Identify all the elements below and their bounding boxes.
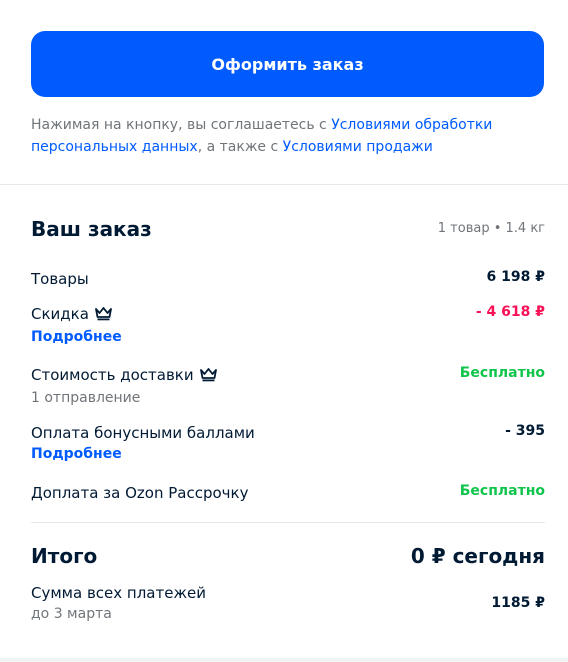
goods-value: 6 198 ₽ [486,269,545,285]
agreement-middle: , а также с [197,139,283,155]
discount-details-link[interactable]: Подробнее [31,329,545,345]
installment-label: Доплата за Ozon Рассрочку [31,484,249,502]
sale-terms-link[interactable]: Условиями продажи [283,139,433,155]
order-summary: Ваш заказ 1 товар • 1.4 кг Товары 6 198 … [0,185,568,658]
discount-row: Скидка Подробнее - 4 618 ₽ [31,304,545,345]
bonus-value: - 395 [505,423,545,439]
page: Оформить заказ Нажимая на кнопку, вы сог… [0,0,568,662]
goods-label: Товары [31,270,89,288]
order-header: Ваш заказ 1 товар • 1.4 кг [31,217,545,241]
bonus-label: Оплата бонусными баллами [31,424,255,442]
payments-row: Сумма всех платежей до 3 марта 1185 ₽ [31,583,545,622]
delivery-label: Стоимость доставки [31,366,194,384]
order-title: Ваш заказ [31,217,152,241]
checkout-card: Оформить заказ Нажимая на кнопку, вы сог… [0,0,568,658]
total-value: 0 ₽ сегодня [410,544,545,568]
crown-icon [95,306,112,325]
total-label: Итого [31,544,98,568]
checkout-header: Оформить заказ Нажимая на кнопку, вы сог… [0,0,568,185]
discount-label: Скидка [31,305,89,323]
installment-value: Бесплатно [459,483,545,499]
agreement-prefix: Нажимая на кнопку, вы соглашаетесь с [31,117,332,133]
delivery-value: Бесплатно [459,365,545,381]
total-row: Итого 0 ₽ сегодня [31,544,545,568]
bonus-details-link[interactable]: Подробнее [31,446,545,462]
delivery-row: Стоимость доставки 1 отправление Бесплат… [31,365,545,406]
payments-value: 1185 ₽ [491,595,545,611]
crown-icon [199,367,217,386]
installment-row: Доплата за Ozon Рассрочку Бесплатно [31,483,545,502]
bonus-row: Оплата бонусными баллами Подробнее - 395 [31,423,545,462]
discount-value: - 4 618 ₽ [475,304,545,320]
goods-row: Товары 6 198 ₽ [31,269,545,288]
payments-due: до 3 марта [31,606,112,622]
checkout-button[interactable]: Оформить заказ [31,31,544,97]
order-meta: 1 товар • 1.4 кг [437,221,545,236]
delivery-shipments: 1 отправление [31,390,141,406]
payments-label: Сумма всех платежей [31,584,206,602]
agreement-text: Нажимая на кнопку, вы соглашаетесь с Усл… [31,114,541,158]
divider [31,522,545,523]
